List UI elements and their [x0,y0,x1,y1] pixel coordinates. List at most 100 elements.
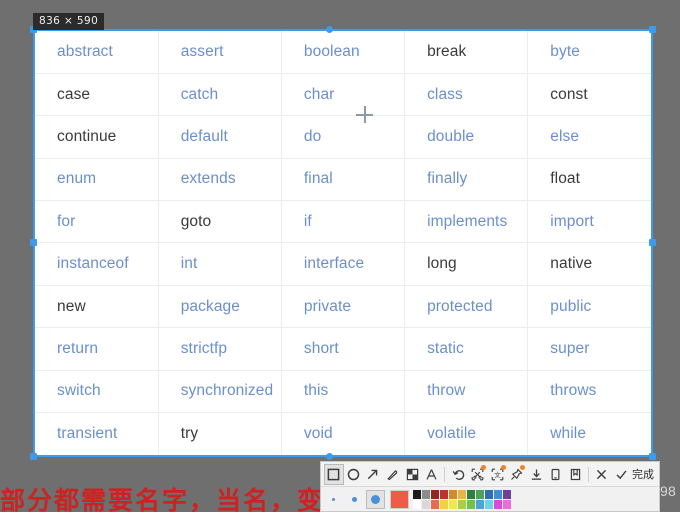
color-swatch[interactable] [413,489,421,499]
toolbar-tool-row[interactable]: 文 完成 [321,462,659,487]
keyword-cell-void[interactable]: void [281,412,406,455]
resize-handle-top-center[interactable] [326,26,333,33]
keyword-cell-instanceof[interactable]: instanceof [35,242,159,286]
color-swatch[interactable] [476,489,484,499]
favorite-tool[interactable] [565,464,585,485]
keyword-cell-continue[interactable]: continue [35,115,159,159]
keyword-cell-extends[interactable]: extends [158,158,282,202]
resize-handle-top-right[interactable] [649,26,656,33]
color-swatch[interactable] [431,489,439,499]
color-swatch[interactable] [467,489,475,499]
keyword-cell-final[interactable]: final [281,158,406,202]
color-swatch[interactable] [476,499,484,509]
keyword-cell-throw[interactable]: throw [404,370,529,414]
color-swatch[interactable] [485,499,493,509]
confirm-button[interactable] [611,464,631,485]
keyword-cell-if[interactable]: if [281,200,406,244]
keyword-cell-return[interactable]: return [35,327,159,371]
arrow-tool[interactable] [363,464,383,485]
color-palette-grid[interactable] [413,489,511,509]
keyword-cell-class[interactable]: class [404,73,529,117]
screenshot-toolbar[interactable]: 文 完成 [320,461,660,512]
keyword-cell-implements[interactable]: implements [404,200,529,244]
color-swatch[interactable] [449,489,457,499]
cancel-button[interactable] [592,464,612,485]
keyword-cell-enum[interactable]: enum [35,158,159,202]
color-swatch[interactable] [467,499,475,509]
keyword-cell-else[interactable]: else [527,115,651,159]
color-swatch[interactable] [458,499,466,509]
keyword-cell-package[interactable]: package [158,285,282,329]
keyword-cell-case[interactable]: case [35,73,159,117]
keyword-cell-default[interactable]: default [158,115,282,159]
ellipse-tool[interactable] [344,464,364,485]
keyword-cell-long[interactable]: long [404,242,529,286]
resize-handle-bottom-right[interactable] [649,453,656,460]
brush-size-large[interactable] [366,489,385,509]
translate-tool[interactable]: 文 [487,464,507,485]
keyword-cell-static[interactable]: static [404,327,529,371]
keyword-cell-native[interactable]: native [527,242,651,286]
keyword-cell-double[interactable]: double [404,115,529,159]
color-swatch[interactable] [485,489,493,499]
color-swatch[interactable] [503,499,511,509]
keyword-cell-throws[interactable]: throws [527,370,651,414]
keyword-cell-public[interactable]: public [527,285,651,329]
keyword-cell-abstract[interactable]: abstract [35,31,159,74]
keyword-cell-super[interactable]: super [527,327,651,371]
keyword-cell-volatile[interactable]: volatile [404,412,529,455]
keyword-cell-for[interactable]: for [35,200,159,244]
keyword-cell-const[interactable]: const [527,73,651,117]
color-swatch[interactable] [422,489,430,499]
keyword-cell-interface[interactable]: interface [281,242,406,286]
color-swatch[interactable] [413,499,421,509]
brush-size-group[interactable] [324,489,385,509]
keyword-cell-short[interactable]: short [281,327,406,371]
keyword-cell-switch[interactable]: switch [35,370,159,414]
ocr-extract-tool[interactable] [468,464,488,485]
color-swatch[interactable] [440,499,448,509]
current-color-swatch[interactable] [390,489,409,509]
keyword-cell-break[interactable]: break [404,31,529,74]
keyword-cell-catch[interactable]: catch [158,73,282,117]
done-button[interactable]: 完成 [631,466,656,482]
keyword-cell-while[interactable]: while [528,413,651,455]
undo-tool[interactable] [448,464,468,485]
rectangle-tool[interactable] [324,463,344,485]
keyword-cell-do[interactable]: do [281,115,406,159]
keyword-cell-private[interactable]: private [281,285,406,329]
keyword-cell-float[interactable]: float [527,158,651,202]
pin-tool[interactable] [507,464,527,485]
resize-handle-middle-left[interactable] [30,239,37,246]
resize-handle-bottom-left[interactable] [30,453,37,460]
resize-handle-middle-right[interactable] [649,239,656,246]
keyword-cell-strictfp[interactable]: strictfp [158,327,282,371]
keyword-cell-new[interactable]: new [35,285,159,329]
keyword-cell-finally[interactable]: finally [404,158,529,202]
keyword-cell-import[interactable]: import [527,200,651,244]
color-swatch[interactable] [494,499,502,509]
text-tool[interactable] [422,464,442,485]
keyword-cell-int[interactable]: int [158,242,282,286]
keyword-cell-char[interactable]: char [281,73,406,117]
toolbar-palette-row[interactable] [321,487,659,511]
keyword-cell-synchronized[interactable]: synchronized [158,370,282,414]
color-swatch[interactable] [494,489,502,499]
color-swatch[interactable] [449,499,457,509]
keyword-cell-goto[interactable]: goto [158,200,282,244]
download-tool[interactable] [526,464,546,485]
pen-tool[interactable] [383,464,403,485]
keyword-cell-this[interactable]: this [281,370,406,414]
keyword-cell-try[interactable]: try [158,412,282,455]
keyword-cell-boolean[interactable]: boolean [281,31,406,74]
color-swatch[interactable] [422,499,430,509]
brush-size-medium[interactable] [345,490,364,509]
color-swatch[interactable] [431,499,439,509]
color-swatch[interactable] [440,489,448,499]
capture-selection-region[interactable]: abstract assert boolean break byte case catch c… [33,29,653,457]
keyword-cell-byte[interactable]: byte [527,31,651,74]
mosaic-tool[interactable] [402,464,422,485]
keyword-cell-transient[interactable]: transient [35,412,159,455]
keyword-cell-protected[interactable]: protected [404,285,529,329]
color-swatch[interactable] [458,489,466,499]
